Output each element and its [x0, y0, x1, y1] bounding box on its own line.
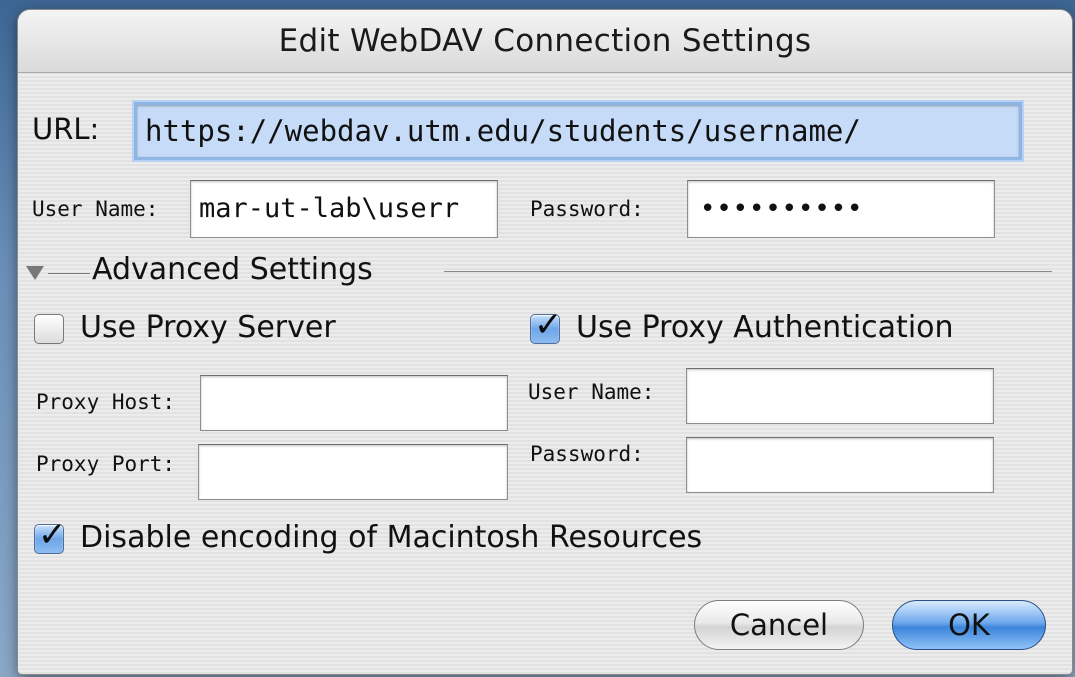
disable-encoding-checkbox[interactable]: ✓	[34, 515, 67, 555]
webdav-settings-dialog: Edit WebDAV Connection Settings URL: htt…	[18, 10, 1072, 674]
disable-encoding-label[interactable]: Disable encoding of Macintosh Resources	[80, 520, 702, 555]
use-proxy-authentication-checkbox[interactable]: ✓	[530, 305, 563, 345]
url-label: URL:	[32, 112, 100, 146]
use-proxy-server-label[interactable]: Use Proxy Server	[80, 310, 336, 345]
user-name-label: User Name:	[32, 197, 159, 221]
advanced-settings-label[interactable]: Advanced Settings	[92, 252, 373, 287]
proxy-user-name-input[interactable]	[686, 368, 994, 424]
proxy-port-label: Proxy Port:	[36, 452, 176, 476]
password-label: Password:	[530, 197, 644, 221]
ok-button[interactable]: OK	[892, 600, 1046, 650]
use-proxy-server-checkbox[interactable]	[34, 314, 64, 344]
url-input[interactable]: https://webdav.utm.edu/students/username…	[134, 102, 1022, 160]
proxy-user-name-label: User Name:	[528, 380, 655, 404]
checkmark-icon: ✓	[38, 515, 67, 555]
advanced-divider-right	[444, 271, 1052, 272]
proxy-port-input[interactable]	[198, 444, 508, 500]
proxy-password-input[interactable]	[686, 437, 994, 493]
proxy-host-label: Proxy Host:	[36, 390, 176, 414]
disclosure-triangle-down-icon[interactable]	[26, 266, 44, 280]
proxy-host-input[interactable]	[200, 375, 508, 431]
dialog-title: Edit WebDAV Connection Settings	[18, 10, 1072, 73]
cancel-button[interactable]: Cancel	[694, 600, 864, 650]
user-name-input[interactable]: mar-ut-lab\userr	[190, 180, 498, 238]
use-proxy-authentication-label[interactable]: Use Proxy Authentication	[576, 310, 954, 345]
advanced-divider-left	[48, 273, 90, 274]
checkmark-icon: ✓	[534, 305, 563, 345]
password-input[interactable]: ••••••••••	[687, 180, 995, 238]
proxy-password-label: Password:	[530, 442, 644, 466]
